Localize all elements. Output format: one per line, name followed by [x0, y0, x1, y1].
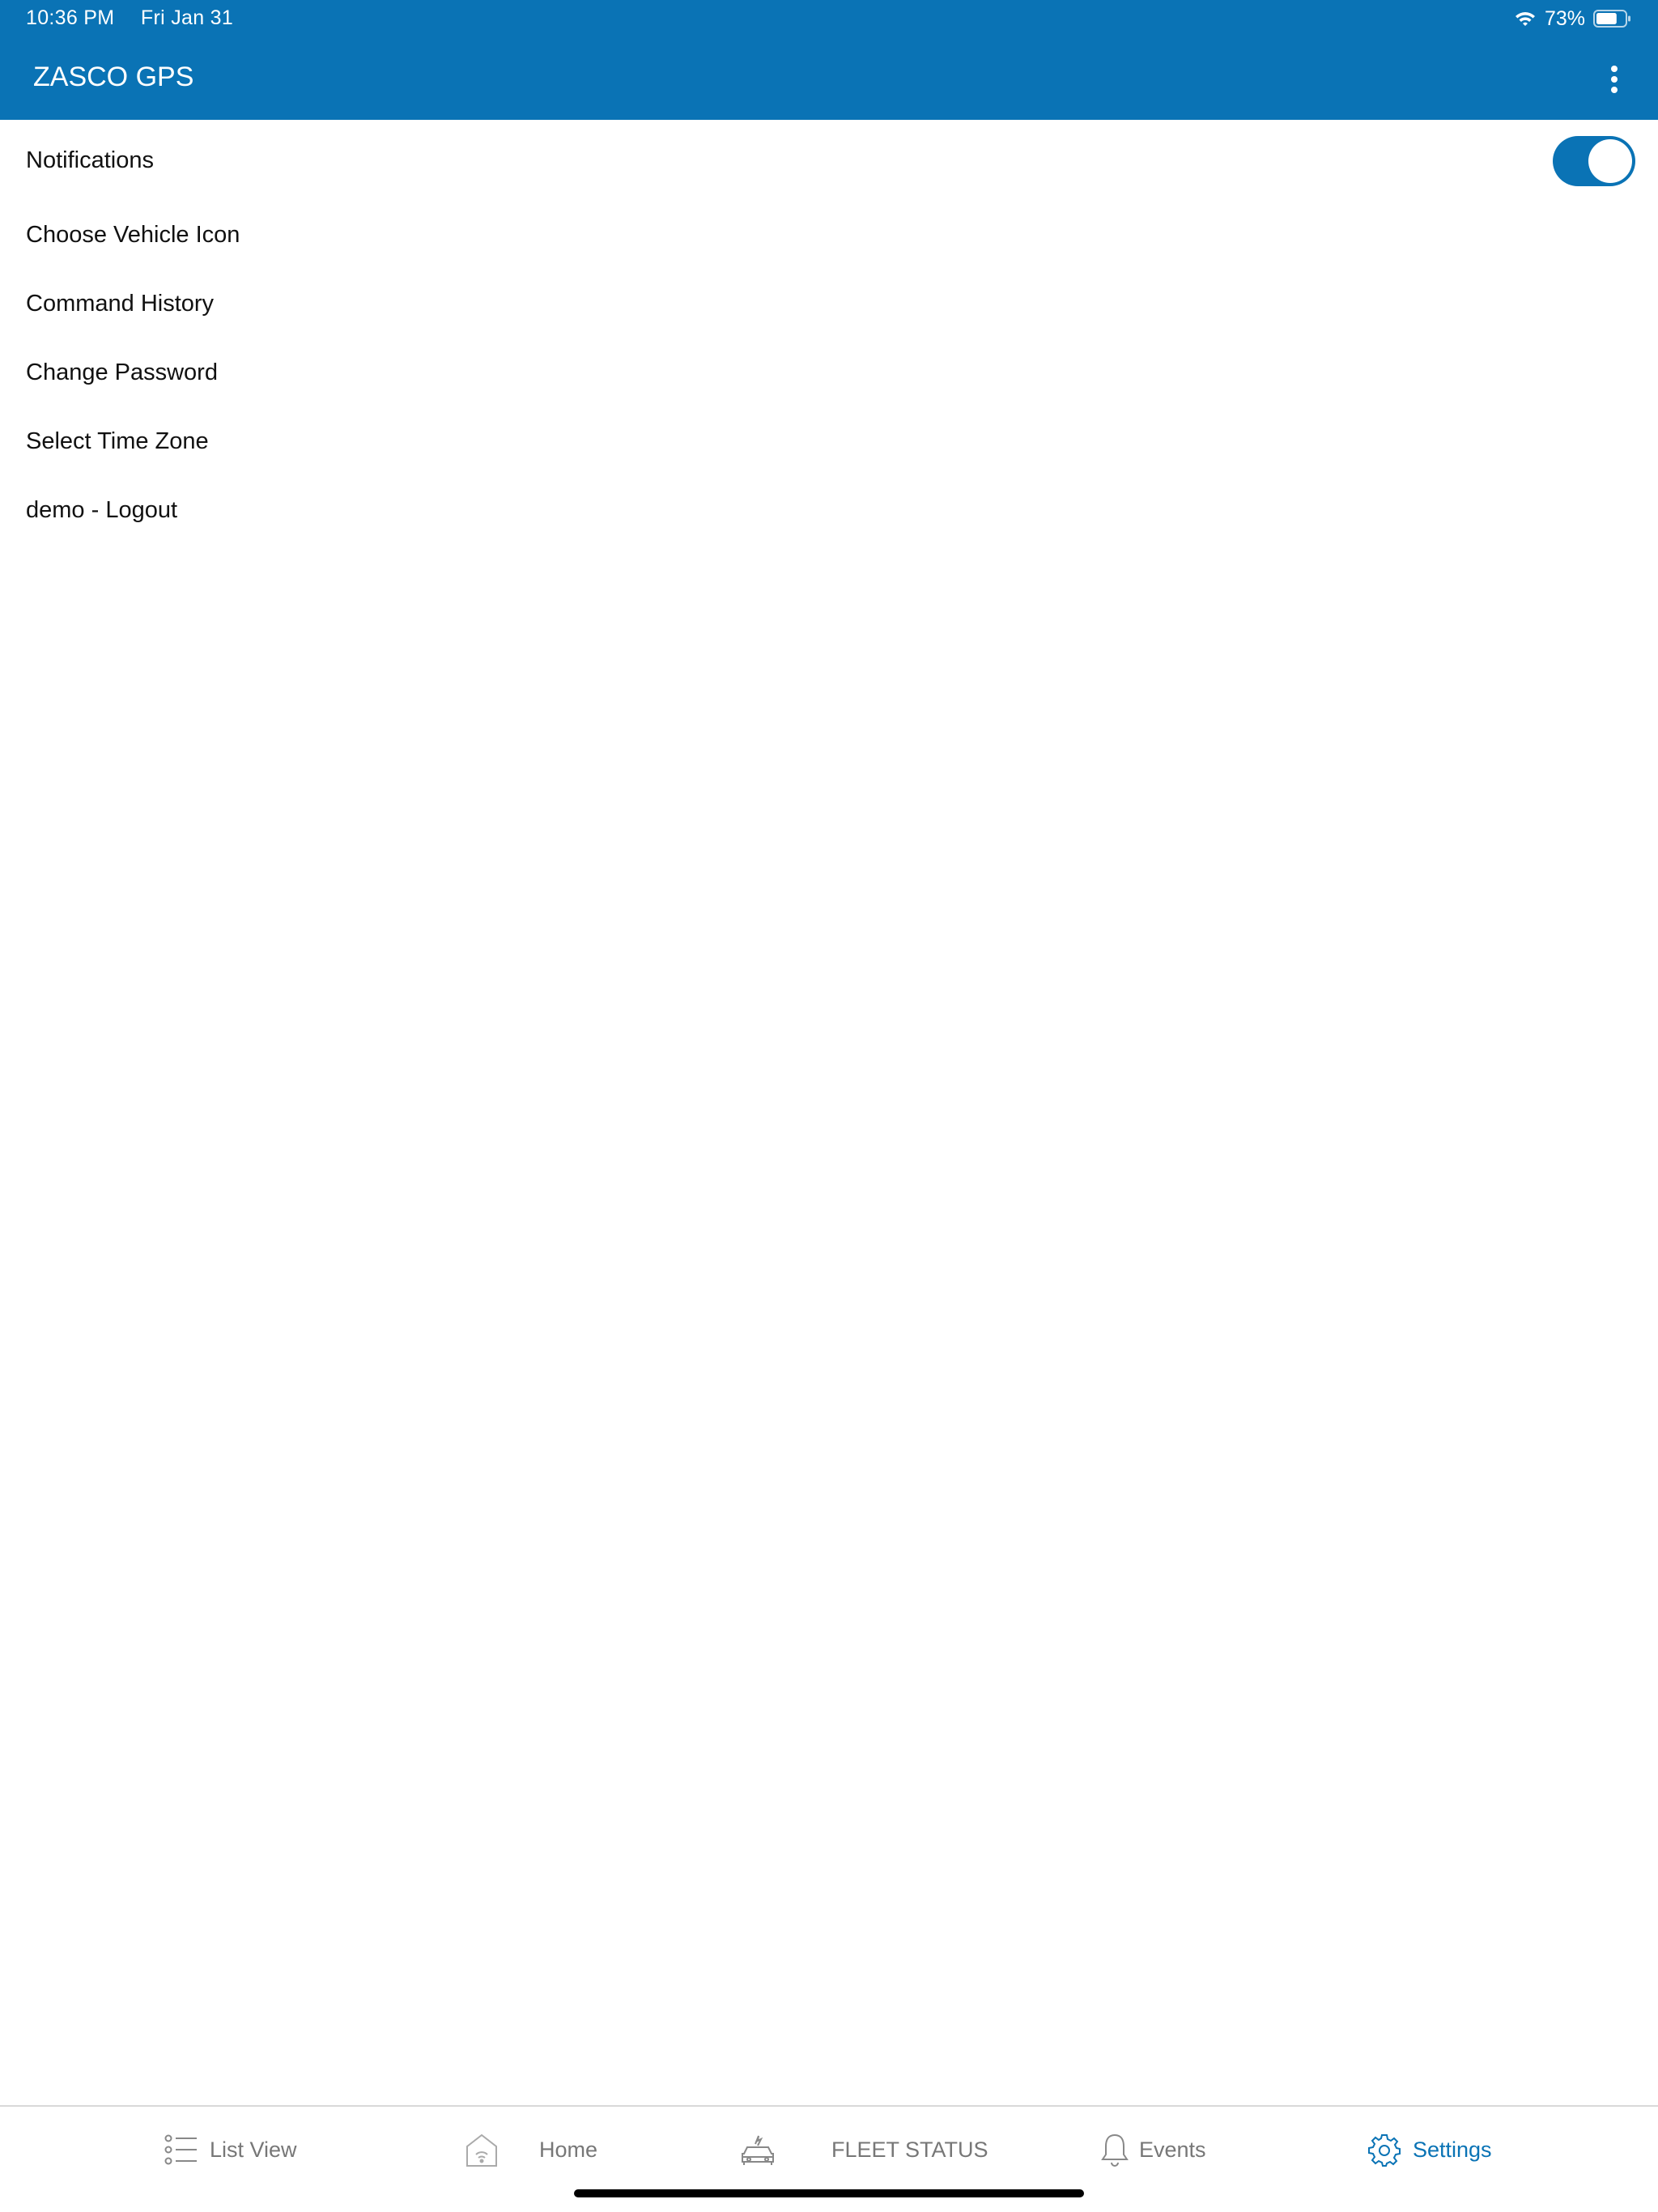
- status-time: 10:36 PM Fri Jan 31: [26, 6, 233, 30]
- settings-item-notifications[interactable]: Notifications: [0, 120, 1658, 201]
- status-indicators: 73%: [1514, 6, 1632, 31]
- gear-icon: [1368, 2134, 1401, 2167]
- top-bar: 10:36 PM Fri Jan 31 73% ZASCO GPS: [0, 0, 1658, 120]
- settings-item-label: Choose Vehicle Icon: [26, 222, 240, 248]
- list-icon: [164, 2134, 197, 2165]
- more-vertical-icon[interactable]: [1606, 63, 1622, 96]
- tab-label: Home: [539, 2137, 598, 2162]
- settings-item-label: Select Time Zone: [26, 428, 209, 454]
- settings-item-label: Change Password: [26, 359, 218, 385]
- tab-label: FLEET STATUS: [831, 2137, 988, 2162]
- tab-settings[interactable]: Settings: [1367, 2128, 1492, 2172]
- wifi-icon: [1515, 12, 1535, 26]
- car-icon: [742, 2135, 774, 2165]
- notifications-toggle[interactable]: [1553, 136, 1635, 186]
- tab-label: List View: [210, 2137, 297, 2162]
- home-indicator: [574, 2189, 1084, 2197]
- app-title: ZASCO GPS: [33, 62, 194, 92]
- settings-list: Notifications Choose Vehicle Icon Comman…: [0, 120, 1658, 545]
- settings-item-label: Command History: [26, 291, 215, 317]
- settings-item-change-password[interactable]: Change Password: [0, 338, 1658, 407]
- bell-icon: [1101, 2133, 1129, 2167]
- tab-list-view[interactable]: List View: [164, 2128, 297, 2172]
- status-date-text: Fri Jan 31: [140, 6, 234, 29]
- tab-label: Events: [1139, 2137, 1206, 2162]
- settings-item-label: Notifications: [26, 147, 154, 173]
- toggle-knob: [1588, 139, 1632, 183]
- battery-percent: 73%: [1544, 6, 1585, 30]
- settings-item-command-history[interactable]: Command History: [0, 270, 1658, 338]
- settings-item-choose-vehicle-icon[interactable]: Choose Vehicle Icon: [0, 201, 1658, 270]
- tab-home[interactable]: Home: [465, 2128, 597, 2172]
- status-time-text: 10:36 PM: [26, 6, 115, 29]
- tab-fleet-status[interactable]: FLEET STATUS: [739, 2128, 988, 2172]
- battery-icon: [1593, 10, 1630, 28]
- tab-events[interactable]: Events: [1100, 2128, 1206, 2172]
- settings-item-logout[interactable]: demo - Logout: [0, 476, 1658, 545]
- tab-label: Settings: [1413, 2137, 1492, 2162]
- settings-item-label: demo - Logout: [26, 497, 178, 523]
- settings-item-select-time-zone[interactable]: Select Time Zone: [0, 407, 1658, 476]
- home-icon: [466, 2133, 497, 2167]
